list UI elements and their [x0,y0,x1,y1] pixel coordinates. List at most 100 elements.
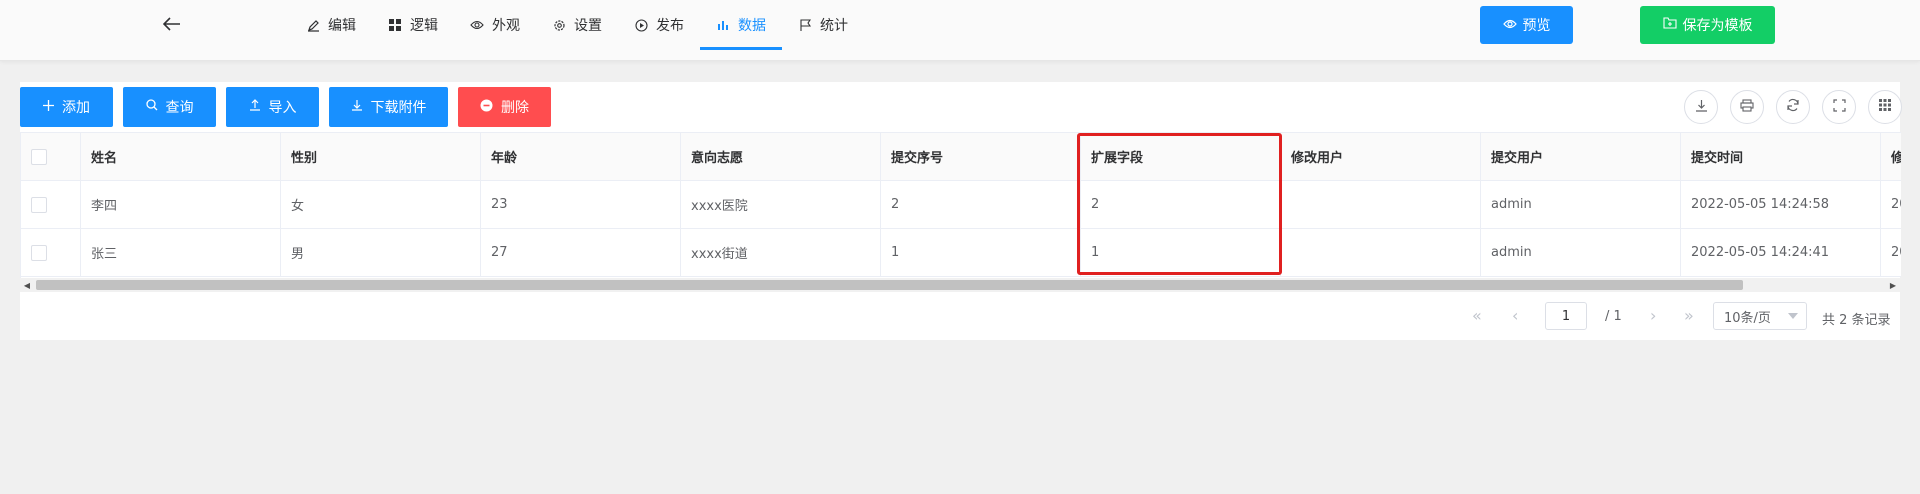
first-page-icon[interactable]: « [1472,306,1482,325]
tab-logic-label: 逻辑 [410,18,438,34]
printer-icon [1740,98,1754,116]
preview-button[interactable]: 预览 [1480,6,1573,44]
cell-modified-by [1281,181,1481,228]
header-submit-no[interactable]: 提交序号 [881,133,1081,180]
row-checkbox[interactable] [31,196,47,213]
cell-modified-by [1281,229,1481,276]
cell-submit-no: 1 [881,229,1081,276]
add-button[interactable]: 添加 [20,87,113,127]
column-settings-button[interactable] [1868,90,1902,124]
preview-label: 预览 [1522,18,1551,34]
fullscreen-icon [1832,98,1846,116]
print-button[interactable] [1730,90,1764,124]
upload-icon [249,99,261,115]
table-header-row: 姓名 性别 年龄 意向志愿 提交序号 扩展字段 修改用户 提交用户 提交时间 修 [21,133,1901,181]
prev-page-icon[interactable]: ‹ [1512,306,1518,325]
chevron-down-icon [1788,313,1798,319]
flag-icon [798,18,812,32]
minus-circle-icon [480,99,493,116]
cell-submit-time: 2022-05-05 14:24:58 [1681,181,1881,228]
header-gender[interactable]: 性别 [281,133,481,180]
cell-submit-time: 2022-05-05 14:24:41 [1681,229,1881,276]
header-name[interactable]: 姓名 [81,133,281,180]
page-size-value: 10条/页 [1724,310,1771,326]
cell-intention: xxxx街道 [681,229,881,276]
back-arrow-icon[interactable] [160,12,184,36]
scroll-right-arrow-icon[interactable]: ▶ [1886,278,1900,292]
row-checkbox-cell [21,229,81,276]
tab-settings-label: 设置 [574,18,602,34]
download-icon [1695,99,1708,116]
save-as-template-button[interactable]: 保存为模板 [1640,6,1775,44]
last-page-icon[interactable]: » [1684,306,1694,325]
tab-appearance[interactable]: 外观 [454,0,536,50]
row-checkbox-cell [21,181,81,228]
cell-modify-time: 20 [1881,181,1901,228]
header-intention[interactable]: 意向志愿 [681,133,881,180]
header-extension-field[interactable]: 扩展字段 [1081,133,1281,180]
page-number-input[interactable]: 1 [1545,302,1587,330]
cell-extension-field: 1 [1081,229,1281,276]
export-button[interactable] [1684,90,1718,124]
gear-icon [552,18,566,32]
main-nav: 编辑 逻辑 外观 设置 发布 数据 统计 [290,0,864,60]
download-attachments-label: 下载附件 [370,100,427,116]
next-page-icon[interactable]: › [1650,306,1656,325]
table-row[interactable]: 张三 男 27 xxxx街道 1 1 admin 2022-05-05 14:2… [21,229,1901,277]
query-label: 查询 [165,100,194,116]
select-all-checkbox[interactable] [31,148,47,165]
tab-statistics[interactable]: 统计 [782,0,864,50]
cell-modify-time: 20 [1881,229,1901,276]
cell-gender: 男 [281,229,481,276]
tab-data-label: 数据 [738,18,766,34]
page-size-select[interactable]: 10条/页 [1713,302,1807,330]
cell-age: 27 [481,229,681,276]
horizontal-scrollbar[interactable]: ◀ ▶ [20,278,1900,292]
search-icon [145,99,158,115]
eye-icon [470,18,484,32]
scrollbar-thumb[interactable] [36,280,1743,290]
tab-edit-label: 编辑 [328,18,356,34]
header-age[interactable]: 年龄 [481,133,681,180]
import-button[interactable]: 导入 [226,87,319,127]
delete-button[interactable]: 删除 [458,87,551,127]
tab-publish-label: 发布 [656,18,684,34]
folder-plus-icon [1662,17,1677,33]
query-button[interactable]: 查询 [123,87,216,127]
play-icon [634,18,648,32]
record-count: 共 2 条记录 [1822,313,1891,328]
scroll-left-arrow-icon[interactable]: ◀ [20,278,34,292]
cell-extension-field: 2 [1081,181,1281,228]
refresh-button[interactable] [1776,90,1810,124]
grid-icon [1878,98,1892,116]
select-all-checkbox-cell [21,133,81,180]
cell-submitted-by: admin [1481,229,1681,276]
tab-edit[interactable]: 编辑 [290,0,372,50]
cell-submitted-by: admin [1481,181,1681,228]
cell-gender: 女 [281,181,481,228]
cell-age: 23 [481,181,681,228]
header-modified-by[interactable]: 修改用户 [1281,133,1481,180]
header-submitted-by[interactable]: 提交用户 [1481,133,1681,180]
data-table: 姓名 性别 年龄 意向志愿 提交序号 扩展字段 修改用户 提交用户 提交时间 修… [20,132,1901,291]
save-as-template-label: 保存为模板 [1682,18,1753,34]
cell-name: 张三 [81,229,281,276]
tab-data[interactable]: 数据 [700,0,782,50]
table-row[interactable]: 李四 女 23 xxxx医院 2 2 admin 2022-05-05 14:2… [21,181,1901,229]
refresh-icon [1786,98,1800,116]
tab-publish[interactable]: 发布 [618,0,700,50]
tab-appearance-label: 外观 [492,18,520,34]
header-modify-time[interactable]: 修 [1881,133,1901,180]
edit-icon [306,18,320,32]
download-attachments-button[interactable]: 下载附件 [329,87,448,127]
row-checkbox[interactable] [31,244,47,261]
eye-icon [1502,17,1517,33]
header-submit-time[interactable]: 提交时间 [1681,133,1881,180]
import-label: 导入 [268,100,297,116]
tab-statistics-label: 统计 [820,18,848,34]
fullscreen-button[interactable] [1822,90,1856,124]
tab-logic[interactable]: 逻辑 [372,0,454,50]
add-label: 添加 [62,100,90,116]
cell-name: 李四 [81,181,281,228]
tab-settings[interactable]: 设置 [536,0,618,50]
